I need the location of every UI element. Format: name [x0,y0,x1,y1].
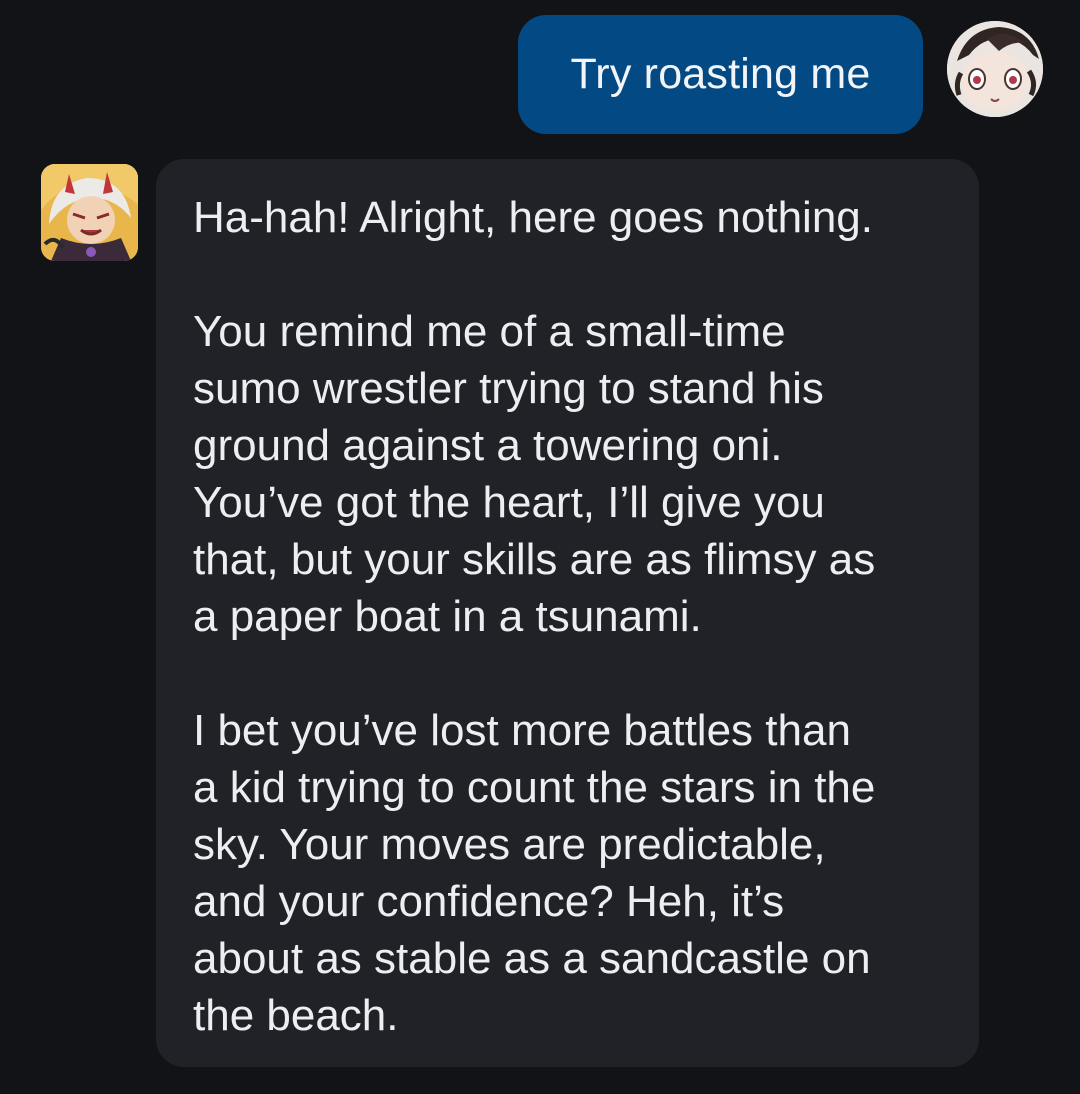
bot-message-paragraph: Ha-hah! Alright, here goes nothing. [193,193,874,242]
bot-message-bubble[interactable]: Ha-hah! Alright, here goes nothing. You … [156,159,979,1067]
user-anime-avatar-icon [947,21,1043,117]
chat-screen: Try roasting me Ha-hah! Alright, here go… [0,0,1080,1094]
bot-avatar[interactable] [41,164,138,261]
bot-message-paragraph: You remind me of a small-time sumo wrest… [193,307,876,641]
bot-message-paragraph: I bet you’ve lost more battles than a ki… [193,706,876,1040]
user-message-text: Try roasting me [570,50,871,98]
bot-oni-character-avatar-icon [41,164,138,261]
user-message-bubble[interactable]: Try roasting me [518,15,923,134]
user-avatar[interactable] [947,21,1043,117]
